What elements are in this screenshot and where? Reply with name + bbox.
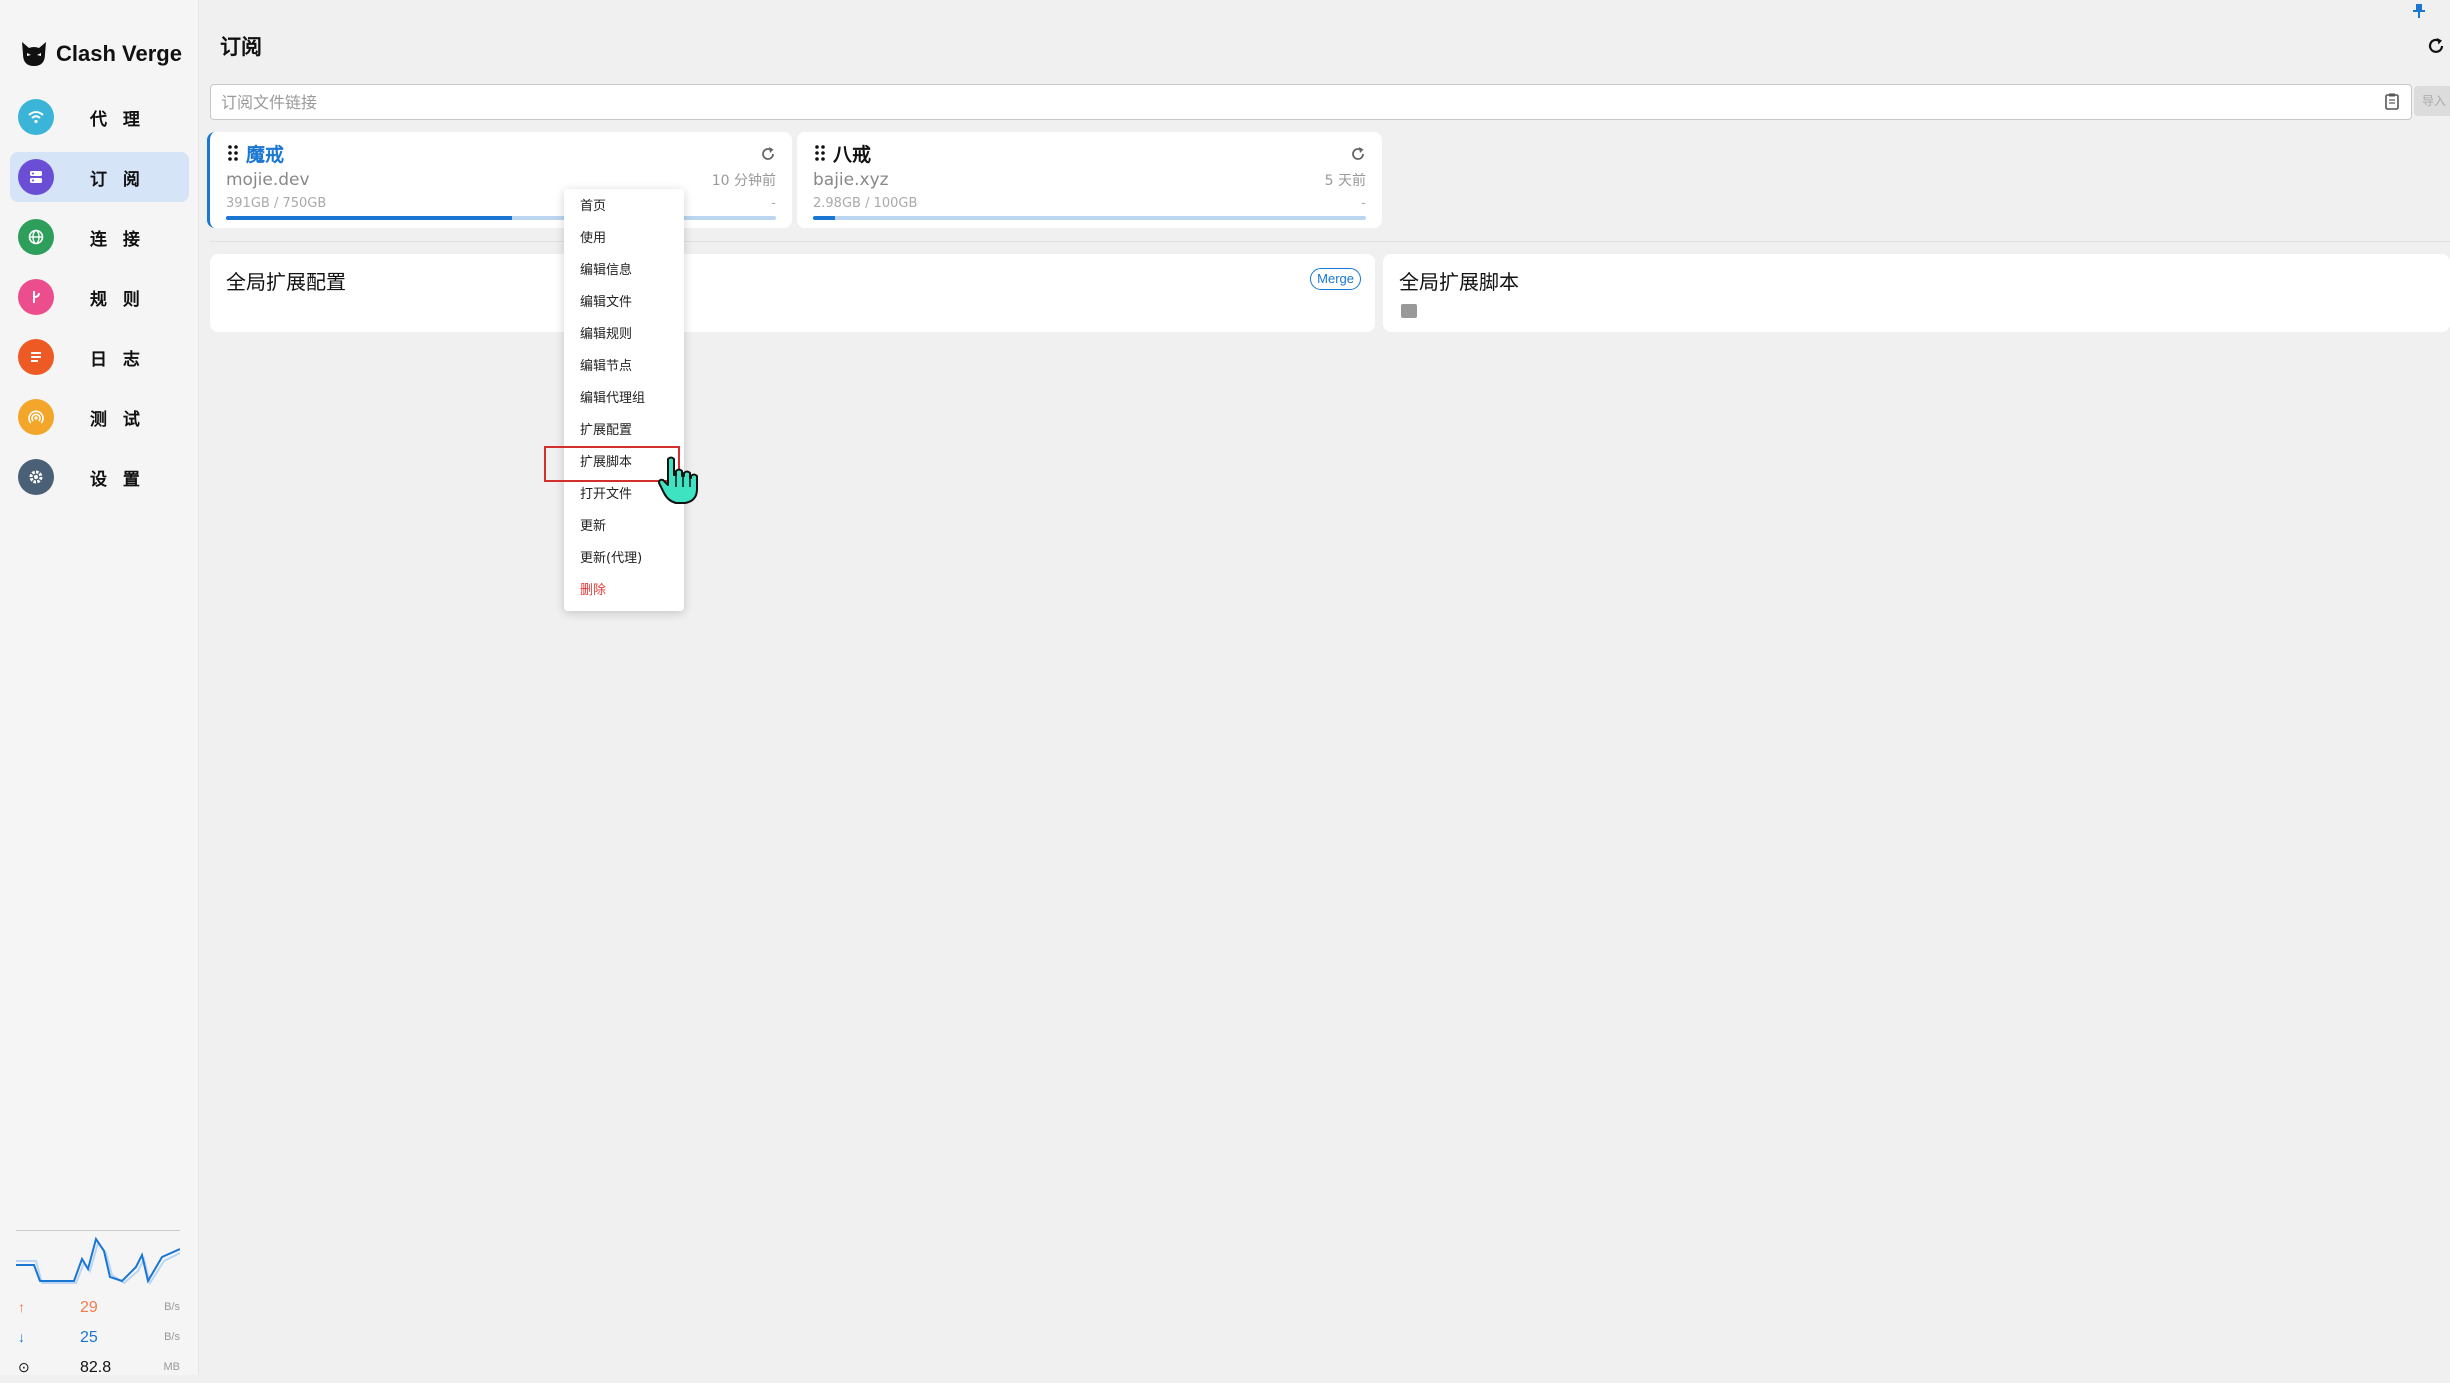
menu-item-home[interactable]: 首页 xyxy=(580,192,606,222)
profile-name: 魔戒 xyxy=(246,144,285,166)
page-title: 订阅 xyxy=(220,35,262,59)
url-input-wrapper xyxy=(210,84,2412,120)
section-divider xyxy=(210,241,2450,242)
menu-item-open-file[interactable]: 打开文件 xyxy=(580,480,632,510)
profile-usage: 391GB / 750GB xyxy=(226,196,327,211)
nav-item-subscription[interactable]: 订 阅 xyxy=(10,152,189,202)
refresh-icon[interactable] xyxy=(758,144,778,164)
memory-row: ⊙ 82.8 MB xyxy=(16,1353,180,1383)
nav-item-settings[interactable]: 设 置 xyxy=(10,452,189,502)
nav-label: 连 接 xyxy=(90,229,145,250)
upload-speed: 29 xyxy=(80,1299,98,1316)
log-icon xyxy=(18,339,54,375)
memory-icon: ⊙ xyxy=(18,1359,30,1375)
wifi-icon xyxy=(18,99,54,135)
nav-item-logs[interactable]: 日 志 xyxy=(10,332,189,382)
clipboard-icon[interactable] xyxy=(2383,92,2401,110)
menu-item-edit-nodes[interactable]: 编辑节点 xyxy=(580,352,632,382)
menu-item-ext-config[interactable]: 扩展配置 xyxy=(580,416,632,446)
download-row: ↓ 25 B/s xyxy=(16,1323,180,1353)
usage-progress-bar xyxy=(813,216,1366,220)
global-config-title: 全局扩展配置 xyxy=(226,270,346,294)
globe-icon xyxy=(18,219,54,255)
traffic-graph xyxy=(16,1230,181,1289)
nav-label: 订 阅 xyxy=(90,169,145,190)
profile-usage: 2.98GB / 100GB xyxy=(813,196,918,211)
arrow-down-icon: ↓ xyxy=(18,1329,25,1345)
nav-label: 规 则 xyxy=(90,289,145,310)
menu-item-delete[interactable]: 删除 xyxy=(580,576,606,606)
nav-item-connections[interactable]: 连 接 xyxy=(10,212,189,262)
hand-pointer-cursor-icon xyxy=(658,456,698,504)
profile-name: 八戒 xyxy=(833,144,872,166)
menu-item-edit-file[interactable]: 编辑文件 xyxy=(580,288,632,318)
download-speed: 25 xyxy=(80,1329,98,1346)
app-name: Clash Verge xyxy=(56,41,182,66)
global-script-title: 全局扩展脚本 xyxy=(1399,270,1519,294)
nav-label: 代 理 xyxy=(90,109,145,130)
global-script-card[interactable]: 全局扩展脚本 xyxy=(1383,254,2450,332)
usage-progress-fill xyxy=(813,216,836,220)
cat-logo-icon xyxy=(22,42,46,66)
subscription-url-input[interactable] xyxy=(219,85,2363,119)
arrow-up-icon: ↑ xyxy=(18,1299,25,1315)
refresh-icon[interactable] xyxy=(1348,144,1368,164)
profile-updated: 10 分钟前 xyxy=(711,173,776,189)
download-unit: B/s xyxy=(164,1331,180,1343)
profile-host: bajie.xyz xyxy=(813,170,889,190)
memory-unit: MB xyxy=(163,1361,181,1373)
menu-item-edit-info[interactable]: 编辑信息 xyxy=(580,256,632,286)
drag-handle-icon[interactable] xyxy=(226,144,240,162)
menu-item-edit-rules[interactable]: 编辑规则 xyxy=(580,320,632,350)
menu-item-update[interactable]: 更新 xyxy=(580,512,606,542)
refresh-all-icon[interactable] xyxy=(2424,34,2448,58)
drag-handle-icon[interactable] xyxy=(813,144,827,162)
signal-icon xyxy=(18,399,54,435)
nav-label: 测 试 xyxy=(90,409,145,430)
profile-card-mojie[interactable]: 魔戒 mojie.dev 10 分钟前 391GB / 750GB - xyxy=(207,132,792,228)
menu-item-update-proxy[interactable]: 更新(代理) xyxy=(580,544,642,574)
upload-unit: B/s xyxy=(164,1301,180,1313)
nav-item-test[interactable]: 测 试 xyxy=(10,392,189,442)
import-button[interactable]: 导入 xyxy=(2414,86,2450,116)
usage-progress-fill xyxy=(226,216,512,220)
nav-item-proxy[interactable]: 代 理 xyxy=(10,92,189,142)
gear-icon xyxy=(18,459,54,495)
server-icon xyxy=(18,159,54,195)
script-file-icon xyxy=(1401,304,1417,318)
menu-item-use[interactable]: 使用 xyxy=(580,224,606,254)
nav-item-rules[interactable]: 规 则 xyxy=(10,272,189,322)
usage-progress-bar xyxy=(226,216,776,220)
profile-host: mojie.dev xyxy=(226,170,310,190)
app-logo: Clash Verge xyxy=(18,36,182,72)
profile-updated: 5 天前 xyxy=(1324,173,1366,189)
memory-usage: 82.8 xyxy=(80,1359,112,1376)
global-merge-card[interactable]: 全局扩展配置 Merge xyxy=(210,254,1375,332)
profile-context-menu: 首页 使用 编辑信息 编辑文件 编辑规则 编辑节点 编辑代理组 扩展配置 扩展脚… xyxy=(564,189,684,611)
profile-expire: - xyxy=(1361,196,1366,211)
profile-card-bajie[interactable]: 八戒 bajie.xyz 5 天前 2.98GB / 100GB - xyxy=(797,132,1382,228)
pin-icon[interactable] xyxy=(2410,2,2428,20)
nav-label: 日 志 xyxy=(90,349,145,370)
fork-icon xyxy=(18,279,54,315)
menu-item-edit-groups[interactable]: 编辑代理组 xyxy=(580,384,645,414)
menu-item-ext-script[interactable]: 扩展脚本 xyxy=(580,448,632,478)
profile-expire: - xyxy=(771,196,776,211)
nav-label: 设 置 xyxy=(90,469,145,490)
sidebar: Clash Verge 代 理 订 阅 连 接 规 则 日 志 测 试 设 置 … xyxy=(0,0,199,1376)
upload-row: ↑ 29 B/s xyxy=(16,1293,180,1323)
traffic-monitor: ↑ 29 B/s ↓ 25 B/s ⊙ 82.8 MB xyxy=(16,1230,181,1383)
merge-badge: Merge xyxy=(1310,268,1361,290)
